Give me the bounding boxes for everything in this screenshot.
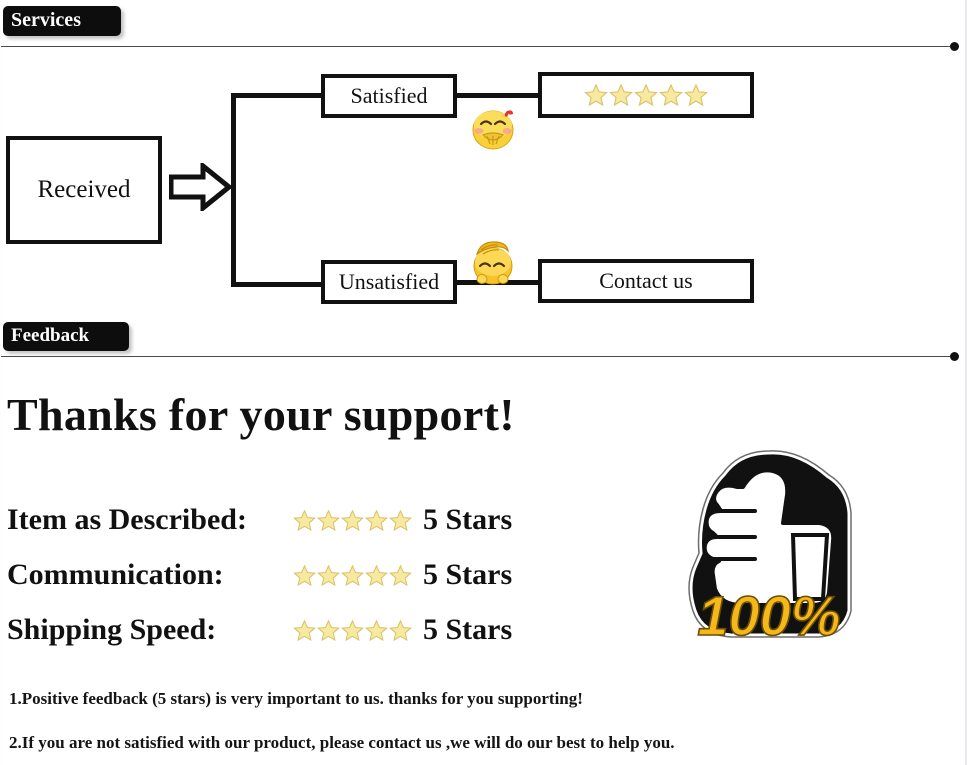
badge-percent-label: 100%	[697, 584, 840, 647]
rating-label: Item as Described:	[7, 503, 247, 536]
rating-value: 5 Stars	[423, 503, 513, 536]
star-icon	[365, 564, 388, 586]
star-icon	[389, 564, 412, 586]
flow-box-contact-us: Contact us	[538, 259, 754, 303]
star-icon	[389, 619, 412, 641]
five-star-rating-icons	[293, 509, 412, 532]
flow-box-received-label: Received	[37, 176, 131, 203]
star-icon	[365, 619, 388, 641]
star-icon	[317, 509, 340, 531]
five-star-rating-icons	[293, 619, 412, 642]
star-icon	[317, 564, 340, 586]
happy-blushing-face-emoji	[469, 106, 519, 152]
section-tab-services-label: Services	[11, 9, 81, 31]
section-tab-services: Services	[3, 6, 121, 36]
rating-value: 5 Stars	[423, 558, 513, 591]
right-block-arrow	[168, 160, 233, 214]
rating-stars	[287, 564, 413, 587]
star-icon	[293, 619, 316, 641]
rating-value: 5 Stars	[423, 613, 513, 646]
feedback-heading: Thanks for your support!	[7, 389, 515, 440]
flow-connector-satisfied-to-stars	[453, 93, 543, 98]
star-icon	[341, 564, 364, 586]
promo-banner-page: Services Received Satisfied Unsatisfied …	[0, 0, 967, 765]
star-icon	[609, 83, 633, 107]
star-icon	[684, 83, 708, 107]
star-icon	[317, 619, 340, 641]
star-icon	[659, 83, 683, 107]
flow-box-five-star-rating	[538, 72, 754, 118]
thumbs-up-100-percent-badge: 100%	[669, 443, 869, 651]
section-tab-feedback: Feedback	[3, 322, 130, 351]
flow-connector-bottom-horizontal	[231, 282, 325, 287]
feedback-divider-end-dot	[950, 352, 959, 361]
flow-box-satisfied: Satisfied	[321, 74, 457, 118]
rating-row-shipping-speed: Shipping Speed: 5 Stars	[7, 613, 512, 647]
services-divider-end-dot	[950, 42, 959, 51]
flow-box-contact-us-label: Contact us	[599, 268, 693, 293]
flow-box-satisfied-label: Satisfied	[350, 83, 428, 108]
footer-note-1: 1.Positive feedback (5 stars) is very im…	[9, 689, 583, 708]
star-icon	[634, 83, 658, 107]
star-icon	[341, 509, 364, 531]
rating-stars	[287, 619, 413, 642]
star-icon	[389, 509, 412, 531]
rating-row-communication: Communication: 5 Stars	[7, 558, 512, 592]
flow-box-received: Received	[6, 136, 162, 244]
flow-box-unsatisfied-label: Unsatisfied	[338, 269, 440, 294]
facepalm-sad-face-emoji	[467, 238, 519, 286]
five-star-rating-icons	[584, 83, 708, 107]
section-tab-feedback-label: Feedback	[11, 325, 90, 346]
star-icon	[293, 564, 316, 586]
flow-box-unsatisfied: Unsatisfied	[321, 260, 457, 304]
star-icon	[584, 83, 608, 107]
flow-connector-vertical	[231, 93, 236, 287]
flow-connector-top-horizontal	[231, 93, 325, 98]
feedback-divider-rule	[1, 356, 953, 357]
star-icon	[293, 509, 316, 531]
rating-stars	[287, 509, 413, 532]
rating-label: Communication:	[7, 558, 224, 591]
footer-note-2: 2.If you are not satisfied with our prod…	[9, 733, 675, 752]
star-icon	[365, 509, 388, 531]
services-divider-rule	[1, 46, 953, 47]
five-star-rating-icons	[293, 564, 412, 587]
star-icon	[341, 619, 364, 641]
rating-row-item-as-described: Item as Described: 5 Stars	[7, 503, 512, 537]
rating-label: Shipping Speed:	[7, 613, 217, 646]
